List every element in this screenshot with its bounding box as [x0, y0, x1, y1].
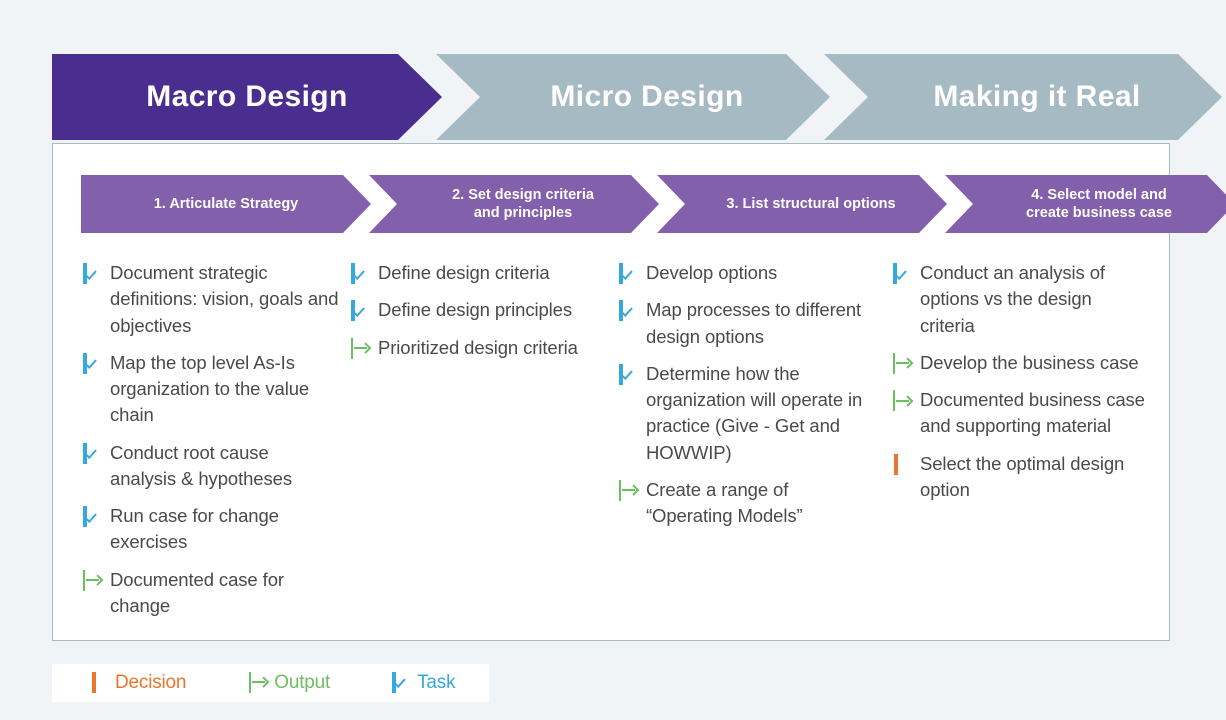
list-item[interactable]: Prioritized design criteria — [351, 335, 607, 361]
legend-item-decision: Decision — [90, 671, 187, 694]
output-icon — [893, 390, 912, 412]
step-set-design-criteria[interactable]: 2. Set design criteria and principles — [369, 175, 659, 233]
task-icon — [619, 263, 638, 284]
output-icon — [83, 569, 102, 591]
legend-label: Task — [417, 672, 456, 693]
task-icon — [83, 506, 102, 528]
column-set-design-criteria: Define design criteria Define design pri… — [351, 260, 611, 630]
task-icon — [392, 671, 411, 693]
item-columns: Document strategic definitions: vision, … — [83, 260, 1153, 630]
task-icon — [619, 363, 638, 385]
task-icon — [619, 300, 638, 322]
list-item[interactable]: Define design criteria — [351, 260, 607, 286]
list-item[interactable]: Map the top level As-Is organization to … — [83, 350, 339, 429]
task-icon — [83, 352, 102, 374]
output-icon — [351, 337, 370, 359]
step-select-model[interactable]: 4. Select model and create business case — [945, 175, 1226, 233]
list-item-label: Map the top level As-Is organization to … — [110, 351, 310, 426]
list-item-label: Conduct an analysis of options vs the de… — [920, 262, 1105, 336]
list-item[interactable]: Documented business case and supporting … — [893, 387, 1149, 440]
task-icon — [351, 263, 370, 284]
decision-icon — [893, 453, 912, 475]
legend-item-task: Task — [392, 671, 456, 694]
step-chevron-row: 1. Articulate Strategy 2. Set design cri… — [81, 175, 1226, 233]
step-label: 4. Select model and create business case — [1026, 186, 1172, 221]
list-item-label: Conduct root cause analysis & hypotheses — [110, 441, 292, 489]
list-item[interactable]: Develop the business case — [893, 350, 1149, 376]
list-item-label: Create a range of “Operating Models” — [646, 478, 803, 527]
phase-micro-design[interactable]: Micro Design — [436, 54, 830, 140]
list-item-label: Documented case for change — [110, 568, 284, 616]
column-list-structural-options: Develop options Map processes to differe… — [619, 260, 879, 630]
list-item-label: Determine how the organization will oper… — [646, 362, 863, 463]
list-item[interactable]: Conduct an analysis of options vs the de… — [893, 260, 1149, 339]
list-item-label: Documented business case and supporting … — [920, 389, 1145, 437]
column-articulate-strategy: Document strategic definitions: vision, … — [83, 260, 343, 630]
output-icon — [619, 479, 638, 501]
task-icon — [83, 442, 102, 464]
list-item[interactable]: Determine how the organization will oper… — [619, 361, 875, 466]
step-label: 2. Set design criteria and principles — [452, 186, 594, 221]
list-item-label: Define design criteria — [378, 262, 550, 283]
list-item[interactable]: Documented case for change — [83, 567, 339, 620]
list-item-label: Develop options — [646, 262, 778, 283]
step-list-structural-options[interactable]: 3. List structural options — [657, 175, 947, 233]
list-item-label: Develop the business case — [920, 351, 1139, 373]
list-item[interactable]: Document strategic definitions: vision, … — [83, 260, 339, 339]
output-icon — [893, 352, 912, 374]
list-item[interactable]: Develop options — [619, 260, 875, 286]
legend-item-output: Output — [249, 671, 331, 694]
legend-label: Decision — [115, 672, 187, 693]
list-item-label: Select the optimal design option — [920, 452, 1125, 500]
list-item[interactable]: Conduct root cause analysis & hypotheses — [83, 440, 339, 493]
phase-label: Making it Real — [933, 80, 1141, 113]
phase-macro-design[interactable]: Macro Design — [52, 54, 442, 140]
task-icon — [83, 263, 102, 284]
legend-label: Output — [274, 672, 331, 693]
content-panel: 1. Articulate Strategy 2. Set design cri… — [52, 143, 1226, 641]
list-item-label: Document strategic definitions: vision, … — [110, 262, 339, 336]
step-articulate-strategy[interactable]: 1. Articulate Strategy — [81, 175, 371, 233]
column-select-model: Conduct an analysis of options vs the de… — [893, 260, 1153, 630]
phase-label: Macro Design — [146, 80, 348, 113]
list-item-label: Map processes to different design option… — [646, 299, 862, 347]
phase-making-it-real[interactable]: Making it Real — [824, 54, 1222, 140]
phase-bar: Macro Design Micro Design Making it Real — [52, 54, 1222, 140]
list-item[interactable]: Define design principles — [351, 297, 607, 323]
list-item[interactable]: Map processes to different design option… — [619, 297, 875, 350]
list-item[interactable]: Create a range of “Operating Models” — [619, 477, 875, 530]
output-icon — [249, 671, 268, 693]
list-item[interactable]: Select the optimal design option — [893, 451, 1149, 504]
task-icon — [351, 300, 370, 322]
legend: Decision Output Task — [52, 664, 489, 702]
phase-label: Micro Design — [550, 80, 744, 113]
step-label: 1. Articulate Strategy — [153, 195, 299, 212]
decision-icon — [90, 671, 109, 693]
list-item[interactable]: Run case for change exercises — [83, 503, 339, 556]
list-item-label: Run case for change exercises — [110, 505, 279, 553]
list-item-label: Prioritized design criteria — [378, 336, 578, 358]
task-icon — [893, 263, 912, 284]
step-label: 3. List structural options — [726, 195, 896, 212]
list-item-label: Define design principles — [378, 299, 573, 321]
